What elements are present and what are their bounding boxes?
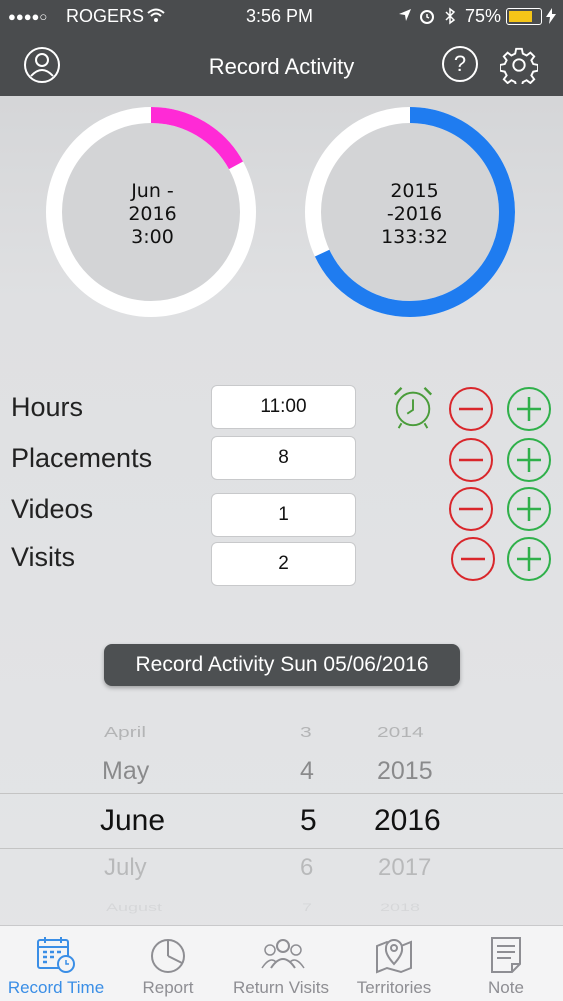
picker-year[interactable]: 2014 [377,725,424,742]
help-icon: ? [453,51,467,76]
visits-plus-button[interactable] [506,536,552,582]
year-ring-line2: -2016 [386,203,443,225]
month-ring-line3: 3:00 [131,226,174,248]
tab-return-visits[interactable]: Return Visits [225,926,337,1001]
progress-rings [46,107,515,317]
status-bar: ●●●●○ ROGERS 3:56 PM 75% [0,0,563,32]
map-pin-icon [376,939,412,974]
tab-label: Return Visits [232,978,330,997]
placements-label: Placements [11,443,153,473]
note-icon [491,937,521,973]
tab-label: Record Time [7,978,105,997]
date-picker[interactable]: April May June July August 3 4 5 6 7 201… [0,705,563,925]
wifi-icon [147,8,165,22]
picker-month[interactable]: May [102,757,149,786]
picker-year-selected[interactable]: 2016 [374,804,441,838]
tab-label: Report [142,978,194,997]
tab-report[interactable]: Report [112,926,224,1001]
nav-bar: Record Activity ? [0,32,563,96]
picker-day-selected[interactable]: 5 [300,804,317,838]
clock: 3:56 PM [246,6,314,26]
picker-day[interactable]: 7 [302,901,312,914]
picker-month[interactable]: July [104,854,147,882]
bluetooth-icon [445,7,456,25]
placements-minus-button[interactable] [448,437,494,483]
location-arrow-icon [399,9,411,21]
tab-record-time[interactable]: Record Time [0,926,112,1001]
year-ring-line3: 133:32 [381,226,448,248]
month-ring-line2: 2016 [128,203,177,225]
placements-plus-button[interactable] [506,437,552,483]
record-activity-button[interactable]: Record Activity Sun 05/06/2016 [104,644,460,686]
picker-year[interactable]: 2017 [378,854,431,882]
tab-bar: Record Time Report Return Visits Territo… [0,925,563,1001]
tab-territories[interactable]: Territories [338,926,450,1001]
picker-day[interactable]: 6 [300,854,313,882]
battery-percent: 75% [465,6,502,26]
pie-chart-icon [151,939,185,973]
tab-note[interactable]: Note [450,926,562,1001]
charging-bolt-icon [546,8,556,24]
picker-day[interactable]: 4 [300,757,314,786]
picker-year[interactable]: 2015 [377,757,433,786]
tab-label: Note [488,978,524,997]
placements-field[interactable]: 8 [211,436,356,480]
signal-strength: ●●●●○ [8,9,48,24]
videos-plus-button[interactable] [506,486,552,532]
hours-label: Hours [11,392,84,422]
visits-minus-button[interactable] [450,536,496,582]
videos-label: Videos [11,494,94,524]
month-ring-line1: Jun - [131,180,174,202]
hours-field[interactable]: 11:00 [211,385,356,429]
alarm-status-icon [420,10,434,24]
year-ring-line1: 2015 [390,180,439,202]
picker-month[interactable]: August [106,901,162,914]
tab-label: Territories [356,978,432,997]
battery-icon [506,8,542,25]
picker-day[interactable]: 3 [300,725,312,742]
videos-field[interactable]: 1 [211,493,356,537]
help-button[interactable]: ? [442,46,478,82]
page-title: Record Activity [208,54,355,79]
hours-minus-button[interactable] [448,386,494,432]
month-ring-label: Jun - 2016 3:00 [90,180,215,249]
year-ring-label: 2015 -2016 133:32 [352,180,477,249]
alarm-clock-icon[interactable] [390,384,436,430]
hours-plus-button[interactable] [506,386,552,432]
visits-field[interactable]: 2 [211,542,356,586]
calendar-clock-icon [37,937,75,973]
videos-minus-button[interactable] [448,486,494,532]
picker-month[interactable]: April [104,725,146,742]
people-icon [261,939,305,969]
picker-month-selected[interactable]: June [100,804,165,838]
gear-icon[interactable] [500,46,538,84]
visits-label: Visits [11,542,76,572]
carrier-label: ROGERS [66,6,145,26]
picker-year[interactable]: 2018 [380,901,420,914]
